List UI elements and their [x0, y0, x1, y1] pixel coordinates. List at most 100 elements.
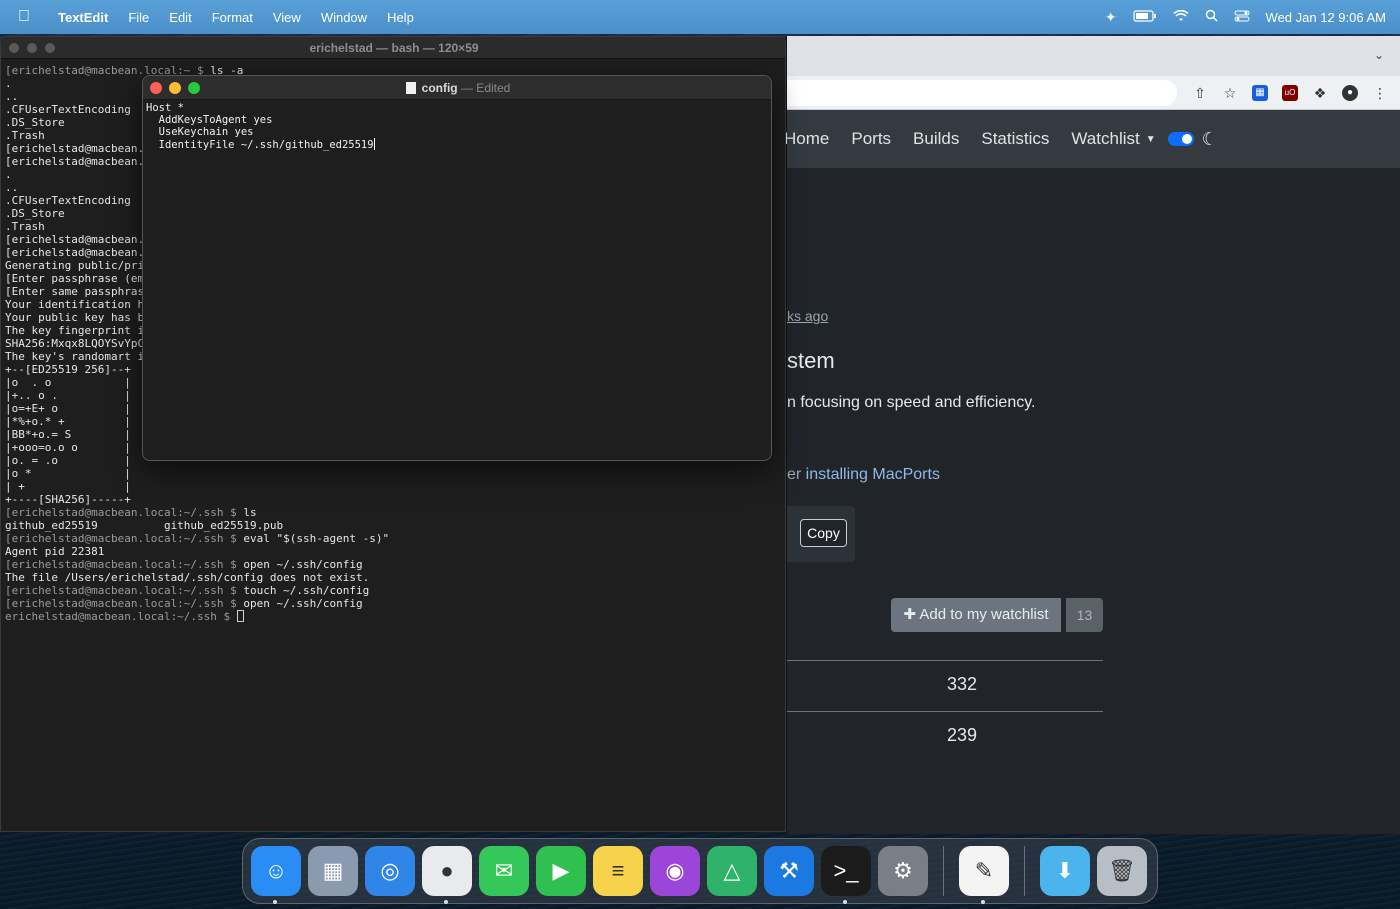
menu-file[interactable]: File [118, 10, 159, 25]
watchlist-caret-icon[interactable]: ▼ [1146, 134, 1156, 145]
installing-macports-link[interactable]: installing MacPorts [806, 466, 940, 483]
textedit-document-body[interactable]: Host * AddKeysToAgent yes UseKeychain ye… [146, 102, 375, 151]
screenshot-tool-icon[interactable]: ✦ [1105, 9, 1117, 26]
browser-window: ⌄ ⇧ ☆ ▦ uO ❖ ● ⋮ Home Ports Builds Stati… [784, 36, 1400, 834]
xcode-icon[interactable]: ⚒ [764, 846, 814, 896]
browser-toolbar: ⇧ ☆ ▦ uO ❖ ● ⋮ [787, 76, 1400, 110]
install-prefix: er [787, 466, 806, 483]
stat-value-2: 239 [946, 725, 978, 745]
address-bar[interactable] [787, 80, 1177, 106]
terminal-line: github_ed25519 github_ed25519.pub [5, 519, 284, 532]
launchpad-icon[interactable]: ▦ [308, 846, 358, 896]
terminal-cursor [236, 610, 244, 622]
document-icon [405, 82, 416, 94]
terminal-title: erichelstad — bash — 120×59 [309, 41, 479, 55]
textedit-titlebar[interactable]: config — Edited [143, 76, 771, 100]
stats-divider-middle [787, 711, 1103, 712]
terminal-line: +----[SHA256]-----+ [5, 493, 131, 506]
browser-menu-icon[interactable]: ⋮ [1372, 85, 1388, 101]
running-indicator [843, 900, 847, 904]
gitkraken-icon[interactable]: △ [707, 846, 757, 896]
menu-format[interactable]: Format [202, 10, 263, 25]
updated-ago-link[interactable]: ks ago [787, 308, 828, 324]
add-to-watchlist-button[interactable]: ✚ Add to my watchlist [891, 598, 1061, 632]
terminal-line: [erichelstad@macbean.local:~/.ssh $ open… [5, 558, 363, 571]
dark-mode-toggle[interactable] [1167, 132, 1194, 146]
textedit-filename: config [421, 81, 458, 95]
watchlist-count-badge: 13 [1066, 598, 1103, 632]
menu-bar:  TextEdit File Edit Format View Window … [0, 0, 1400, 34]
terminal-line: [erichelstad@macbean.local:~/.ssh $ open… [5, 597, 363, 610]
dock: ☺ ▦ ◎ ● ✉ ▶ ≡ ◉ △ ⚒ >_ ⚙ ✎ ⬇ 🗑 [242, 838, 1158, 904]
textedit-line: UseKeychain yes [146, 126, 254, 138]
terminal-titlebar[interactable]: erichelstad — bash — 120×59 [1, 37, 785, 59]
menu-clock[interactable]: Wed Jan 12 9:06 AM [1266, 10, 1386, 25]
plus-icon: ✚ [903, 606, 920, 623]
finder-icon[interactable]: ☺ [251, 846, 301, 904]
textedit-icon[interactable]: ✎ [959, 846, 1009, 904]
system-preferences-icon[interactable]: ⚙ [878, 846, 928, 896]
facetime-icon[interactable]: ▶ [536, 846, 586, 896]
text-cursor [373, 138, 375, 150]
share-icon[interactable]: ⇧ [1192, 85, 1208, 101]
menu-help[interactable]: Help [377, 10, 424, 25]
site-navbar: Home Ports Builds Statistics Watchlist ▼… [784, 110, 1400, 168]
copy-button[interactable]: Copy [800, 519, 847, 547]
apple-menu-icon[interactable]:  [0, 8, 48, 26]
stat-value-1: 332 [946, 674, 978, 694]
port-heading: stem [787, 348, 835, 373]
downloads-folder-icon[interactable]: ⬇ [1040, 846, 1090, 896]
stats-divider-top [787, 660, 1103, 661]
menu-edit[interactable]: Edit [159, 10, 201, 25]
moon-icon: ☾ [1201, 128, 1218, 149]
trash-icon[interactable]: 🗑 [1097, 846, 1147, 896]
battery-icon[interactable] [1132, 9, 1157, 25]
nav-ports[interactable]: Ports [851, 129, 891, 149]
nav-home[interactable]: Home [784, 129, 829, 149]
notes-icon[interactable]: ≡ [593, 846, 643, 896]
port-description: n focusing on speed and efficiency. [787, 394, 1036, 411]
dock-separator [943, 846, 944, 896]
terminal-icon[interactable]: >_ [821, 846, 871, 904]
running-indicator [981, 900, 985, 904]
terminal-line: erichelstad@macbean.local:~/.ssh $ [5, 610, 389, 623]
textedit-line: IdentityFile ~/.ssh/github_ed25519 [146, 138, 375, 151]
terminal-line: [erichelstad@macbean.local:~/.ssh $ touc… [5, 584, 370, 597]
messages-icon[interactable]: ✉ [479, 846, 529, 896]
textedit-title: config — Edited [143, 81, 773, 95]
nav-statistics[interactable]: Statistics [981, 129, 1049, 149]
textedit-window[interactable]: config — Edited Host * AddKeysToAgent ye… [142, 75, 772, 461]
dock-separator [1024, 846, 1025, 896]
install-note: er installing MacPorts [787, 466, 940, 484]
running-indicator [444, 900, 448, 904]
profile-avatar-icon[interactable]: ● [1342, 84, 1358, 101]
ublock-extension-icon[interactable]: uO [1282, 84, 1298, 101]
add-to-watchlist-label: Add to my watchlist [919, 606, 1049, 623]
terminal-line: [erichelstad@macbean.local:~/.ssh $ ls [5, 506, 257, 519]
textedit-line: AddKeysToAgent yes [146, 114, 273, 126]
terminal-line: | + | [5, 480, 131, 493]
safari-icon[interactable]: ◎ [365, 846, 415, 896]
nav-watchlist[interactable]: Watchlist [1071, 129, 1139, 149]
bookmark-star-icon[interactable]: ☆ [1222, 85, 1238, 101]
control-center-icon[interactable] [1234, 10, 1250, 25]
app-menu[interactable]: TextEdit [48, 10, 118, 25]
menu-window[interactable]: Window [311, 10, 377, 25]
terminal-line: Agent pid 22381 [5, 545, 105, 558]
terminal-line: |o * | [5, 467, 131, 480]
menu-view[interactable]: View [263, 10, 311, 25]
podcasts-icon[interactable]: ◉ [650, 846, 700, 896]
spotlight-search-icon[interactable] [1205, 9, 1218, 25]
tab-search-chevron-icon[interactable]: ⌄ [1374, 48, 1384, 62]
browser-tab-strip: ⌄ [787, 36, 1400, 76]
running-indicator [273, 900, 277, 904]
extensions-puzzle-icon[interactable]: ❖ [1312, 85, 1328, 101]
chrome-icon[interactable]: ● [422, 846, 472, 904]
textedit-line: Host * [146, 102, 184, 114]
terminal-line: [erichelstad@macbean.local:~/.ssh $ eval… [5, 532, 390, 545]
textedit-edited-status: — Edited [457, 81, 511, 95]
wifi-icon[interactable] [1172, 9, 1189, 25]
bitwarden-extension-icon[interactable]: ▦ [1252, 84, 1268, 101]
terminal-line: The file /Users/erichelstad/.ssh/config … [5, 571, 370, 584]
nav-builds[interactable]: Builds [913, 129, 959, 149]
